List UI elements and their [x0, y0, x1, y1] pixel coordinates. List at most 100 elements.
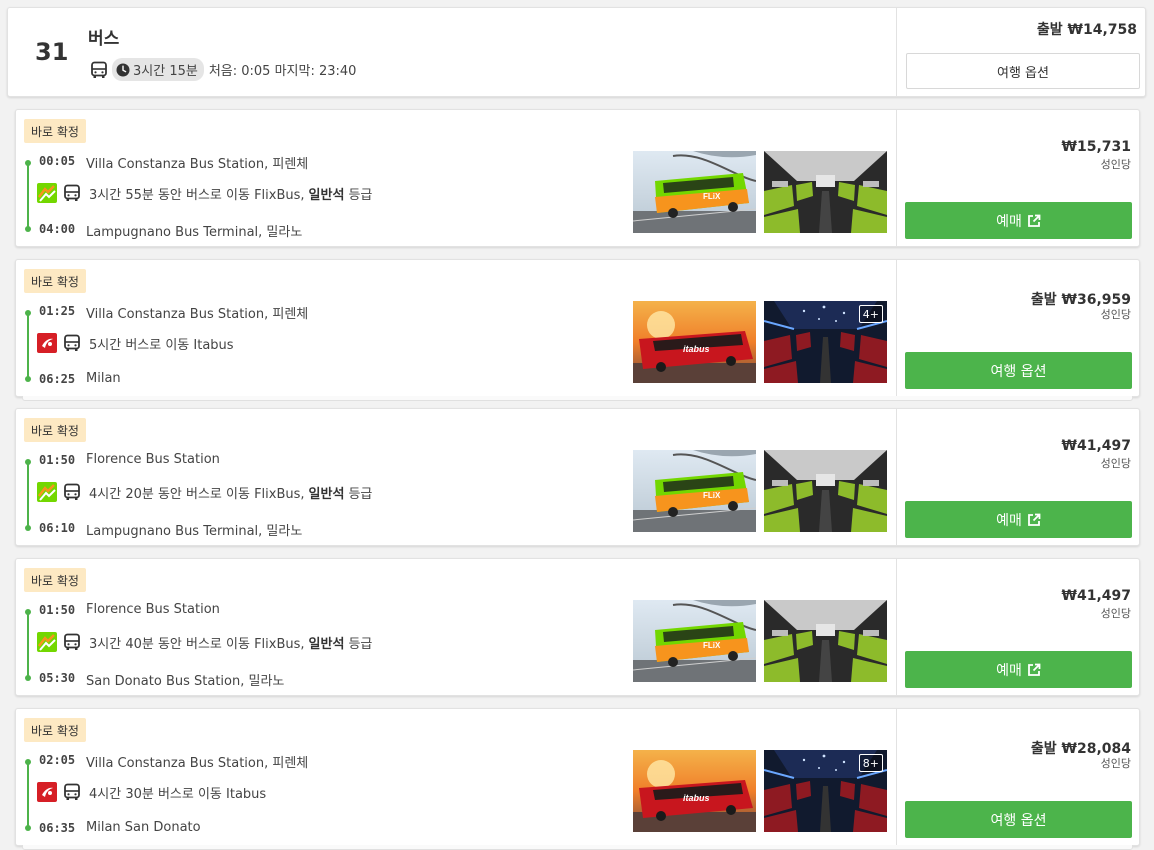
external-link-icon [1027, 663, 1041, 676]
timeline-line [27, 762, 29, 828]
bus-interior-photo[interactable]: 8+ [764, 750, 887, 832]
timeline-start-dot [25, 609, 31, 615]
svg-text:itabus: itabus [683, 793, 710, 803]
bus-exterior-photo[interactable]: FLiX [633, 151, 756, 233]
card-stack-edge [22, 396, 1133, 401]
result-card[interactable]: 바로 확정 01:50 Florence Bus Station 4시간 20분… [15, 408, 1140, 546]
per-adult-label: 성인당 [1100, 607, 1131, 620]
class-name: 일반석 [308, 486, 345, 502]
per-adult-label: 성인당 [1100, 457, 1131, 470]
trip-info: 4시간 20분 동안 버스로 이동 FlixBus, 일반석 등급 [37, 482, 372, 502]
arrive-time: 06:35 [39, 821, 76, 835]
travel-options-button[interactable]: 여행 옵션 [905, 352, 1132, 389]
price: ₩15,731 [1061, 139, 1131, 155]
price-panel: ₩41,497 성인당 예매 [896, 409, 1139, 545]
book-button[interactable]: 예매 [905, 651, 1132, 688]
bus-exterior-photo[interactable]: itabus [633, 750, 756, 832]
timeline-line [27, 462, 29, 528]
class-suffix: 등급 [348, 486, 373, 502]
bus-interior-photo[interactable] [764, 600, 887, 682]
timeline-end-dot [25, 376, 31, 382]
route-count: 31 [35, 38, 69, 66]
arrive-station: Lampugnano Bus Terminal, 밀라노 [86, 225, 303, 240]
bus-exterior-photo[interactable]: itabus [633, 301, 756, 383]
price: ₩41,497 [1061, 438, 1131, 454]
price: ₩41,497 [1061, 588, 1131, 604]
bus-exterior-photo[interactable]: FLiX [633, 600, 756, 682]
timeline-end-dot [25, 525, 31, 531]
more-photos-badge[interactable]: 8+ [858, 754, 883, 772]
trip-text: 3시간 55분 동안 버스로 이동 FlixBus, [89, 187, 305, 203]
trip-info: 4시간 30분 버스로 이동 Itabus [37, 782, 266, 802]
instant-confirm-badge: 바로 확정 [24, 269, 86, 293]
instant-confirm-badge: 바로 확정 [24, 568, 86, 592]
itabus-logo-icon [37, 333, 57, 353]
timeline-start-dot [25, 160, 31, 166]
arrive-station: San Donato Bus Station, 밀라노 [86, 674, 285, 689]
trip-info: 5시간 버스로 이동 Itabus [37, 333, 234, 353]
per-adult-label: 성인당 [1100, 757, 1131, 770]
clock-icon [116, 63, 130, 76]
price-panel: ₩15,731 성인당 예매 [896, 110, 1139, 246]
result-card[interactable]: 바로 확정 01:50 Florence Bus Station 3시간 40분… [15, 558, 1140, 696]
arrive-time: 05:30 [39, 671, 76, 685]
depart-station: Villa Constanza Bus Station, 피렌체 [86, 756, 309, 771]
action-label: 예매 [996, 512, 1022, 529]
travel-options-button[interactable]: 여행 옵션 [905, 801, 1132, 838]
card-stack-edge [22, 845, 1133, 850]
summary-price: 출발 ₩14,758 [1036, 22, 1137, 38]
trip-info: 3시간 55분 동안 버스로 이동 FlixBus, 일반석 등급 [37, 183, 372, 203]
action-label: 예매 [996, 213, 1022, 230]
svg-text:itabus: itabus [683, 344, 710, 354]
depart-time: 02:05 [39, 753, 76, 767]
route-summary-info: 31 버스 3시간 15분 처음: 0:05 마지막: 23:40 [8, 8, 896, 96]
result-card[interactable]: 바로 확정 02:05 Villa Constanza Bus Station,… [15, 708, 1140, 850]
timeline-end-dot [25, 825, 31, 831]
action-label: 여행 옵션 [990, 363, 1047, 380]
more-photos-badge[interactable]: 4+ [858, 305, 883, 323]
result-card[interactable]: 바로 확정 00:05 Villa Constanza Bus Station,… [15, 109, 1140, 247]
travel-options-button[interactable]: 여행 옵션 [906, 53, 1140, 89]
action-label: 여행 옵션 [990, 812, 1047, 829]
bus-interior-photo[interactable]: 4+ [764, 301, 887, 383]
bus-icon [91, 61, 107, 78]
flixbus-logo-icon [37, 632, 57, 652]
route-meta: 3시간 15분 처음: 0:05 마지막: 23:40 [90, 58, 356, 81]
arrive-time: 06:25 [39, 372, 76, 386]
bus-icon [64, 783, 80, 800]
timeline-start-dot [25, 759, 31, 765]
depart-time: 00:05 [39, 154, 76, 168]
bus-interior-photo[interactable] [764, 151, 887, 233]
class-suffix: 등급 [348, 636, 373, 652]
timeline [25, 759, 31, 831]
duration-text: 3시간 15분 [133, 64, 198, 79]
timeline-line [27, 163, 29, 229]
trip-text: 4시간 30분 버스로 이동 Itabus [89, 786, 267, 802]
per-adult-label: 성인당 [1100, 308, 1131, 321]
route-summary-price-panel: 출발 ₩14,758 여행 옵션 [896, 8, 1145, 96]
schedule-text: 처음: 0:05 마지막: 23:40 [208, 64, 357, 79]
svg-text:FLiX: FLiX [703, 641, 721, 650]
bus-icon [64, 334, 80, 351]
flixbus-logo-icon [37, 482, 57, 502]
mode-title: 버스 [88, 29, 120, 49]
bus-interior-photo[interactable] [764, 450, 887, 532]
timeline [25, 160, 31, 232]
arrive-time: 04:00 [39, 222, 76, 236]
timeline-start-dot [25, 310, 31, 316]
bus-exterior-photo[interactable]: FLiX [633, 450, 756, 532]
svg-text:FLiX: FLiX [703, 491, 721, 500]
timeline [25, 310, 31, 382]
arrive-station: Milan [86, 371, 121, 386]
per-adult-label: 성인당 [1100, 158, 1131, 171]
trip-text: 3시간 40분 동안 버스로 이동 FlixBus, [89, 636, 305, 652]
book-button[interactable]: 예매 [905, 501, 1132, 538]
depart-station: Florence Bus Station [86, 602, 220, 617]
flixbus-logo-icon [37, 183, 57, 203]
result-card[interactable]: 바로 확정 01:25 Villa Constanza Bus Station,… [15, 259, 1140, 401]
depart-station: Villa Constanza Bus Station, 피렌체 [86, 157, 309, 172]
bus-icon [64, 184, 80, 201]
timeline-end-dot [25, 675, 31, 681]
instant-confirm-badge: 바로 확정 [24, 119, 86, 143]
book-button[interactable]: 예매 [905, 202, 1132, 239]
